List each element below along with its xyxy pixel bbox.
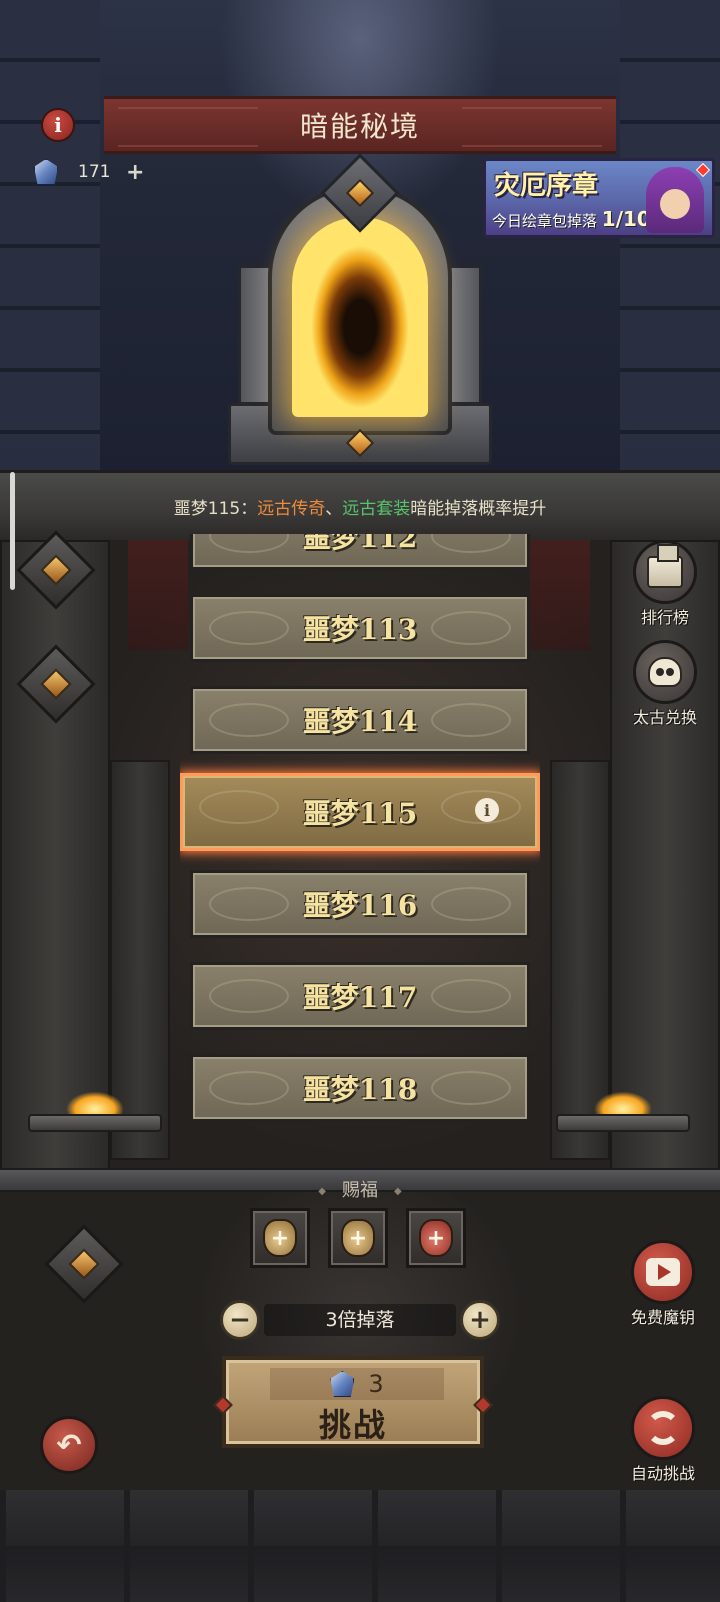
back-button[interactable]: ↶ [40,1416,98,1474]
portal [228,153,492,465]
scrollbar[interactable] [10,472,15,590]
blessing-label: 赐福 [260,1176,460,1202]
back-arrow-icon: ↶ [56,1427,82,1463]
buff-separator: 、 [325,499,343,519]
challenge-button[interactable]: 3 挑战 [213,1356,493,1448]
level-item[interactable]: 噩梦113 [190,594,530,662]
blessing-slot[interactable]: + [328,1208,388,1268]
blessing-slot[interactable]: + [406,1208,466,1268]
increase-drop-button[interactable]: + [460,1300,500,1340]
torn-banner-left [128,540,188,650]
level-label: 噩梦114 [302,705,418,738]
add-blessing-icon: + [348,1225,368,1251]
buff-item-set: 远古套装 [342,499,411,519]
exchange-button[interactable]: 太古兑换 [620,640,710,728]
brazier-left [28,1070,162,1140]
add-blessing-icon: + [426,1225,446,1251]
crystal-icon [330,1371,355,1397]
event-progress: 1/10 [601,207,651,231]
level-item[interactable]: 噩梦116 [190,870,530,938]
ranking-button[interactable]: 排行榜 [620,540,710,628]
level-list[interactable]: 噩梦112 噩梦113 噩梦114 噩梦115 i 噩梦116 噩梦117 噩梦1… [180,534,540,1134]
exchange-label: 太古兑换 [632,708,697,727]
challenge-label: 挑战 [318,1406,387,1444]
potion-icon: + [263,1219,297,1257]
add-blessing-icon: + [270,1225,290,1251]
notification-dot [695,162,711,178]
add-currency-button[interactable]: + [126,160,144,185]
event-banner[interactable]: 灾厄序章 今日绘章包掉落 1/10 [483,158,715,238]
event-subtitle: 今日绘章包掉落 1/10 [492,207,651,231]
level-item[interactable]: 噩梦112 [190,534,530,570]
ranking-label: 排行榜 [640,608,689,627]
video-play-icon [631,1240,695,1304]
info-icon: i [54,113,62,137]
refresh-icon [631,1396,695,1460]
buff-notice: 噩梦115：远古传奇、远古套装暗能掉落概率提升 [0,494,720,519]
decrease-drop-button[interactable]: − [220,1300,260,1340]
background-wall-left [0,0,100,470]
page-title-text: 暗能秘境 [299,110,420,143]
currency-counter: 171 + [34,156,156,188]
buff-item-legend: 远古传奇 [257,499,326,519]
level-item-selected[interactable]: 噩梦115 i [180,773,540,851]
level-item[interactable]: 噩梦118 [190,1054,530,1122]
dice-icon [633,540,697,604]
skull-icon [633,640,697,704]
auto-challenge-label: 自动挑战 [630,1464,695,1483]
level-item[interactable]: 噩梦114 [190,686,530,754]
drop-multiplier-control: − 3倍掉落 + [220,1300,500,1340]
level-info-icon[interactable]: i [475,798,499,822]
free-key-label: 免费魔钥 [630,1308,695,1327]
free-key-button[interactable]: 免费魔钥 [618,1240,708,1328]
crystal-icon [34,159,58,185]
buff-prefix: 噩梦115： [173,499,258,519]
info-button[interactable]: i [41,108,75,142]
level-label: 噩梦117 [302,981,418,1014]
brazier-right [556,1070,690,1140]
challenge-cost: 3 [270,1368,444,1400]
floor-tiles [0,1490,720,1602]
event-subtitle-text: 今日绘章包掉落 [492,212,598,230]
level-label: 噩梦112 [302,534,418,554]
level-label: 噩梦118 [302,1073,418,1106]
blessing-slot[interactable]: + [250,1208,310,1268]
challenge-cost-value: 3 [368,1370,384,1398]
hero-portrait [646,167,704,233]
potion-icon: + [419,1219,453,1257]
level-label: 噩梦115 [302,797,418,830]
blessing-label-text: 赐福 [342,1180,378,1201]
auto-challenge-button[interactable]: 自动挑战 [618,1396,708,1484]
event-title: 灾厄序章 [494,171,599,201]
currency-amount: 171 [78,162,111,182]
level-item[interactable]: 噩梦117 [190,962,530,1030]
page-title: 暗能秘境 [104,96,616,154]
buff-suffix: 暗能掉落概率提升 [410,499,547,519]
level-label: 噩梦113 [302,613,418,646]
drop-multiplier-value: 3倍掉落 [264,1304,456,1336]
potion-icon: + [341,1219,375,1257]
level-label: 噩梦116 [302,889,418,922]
